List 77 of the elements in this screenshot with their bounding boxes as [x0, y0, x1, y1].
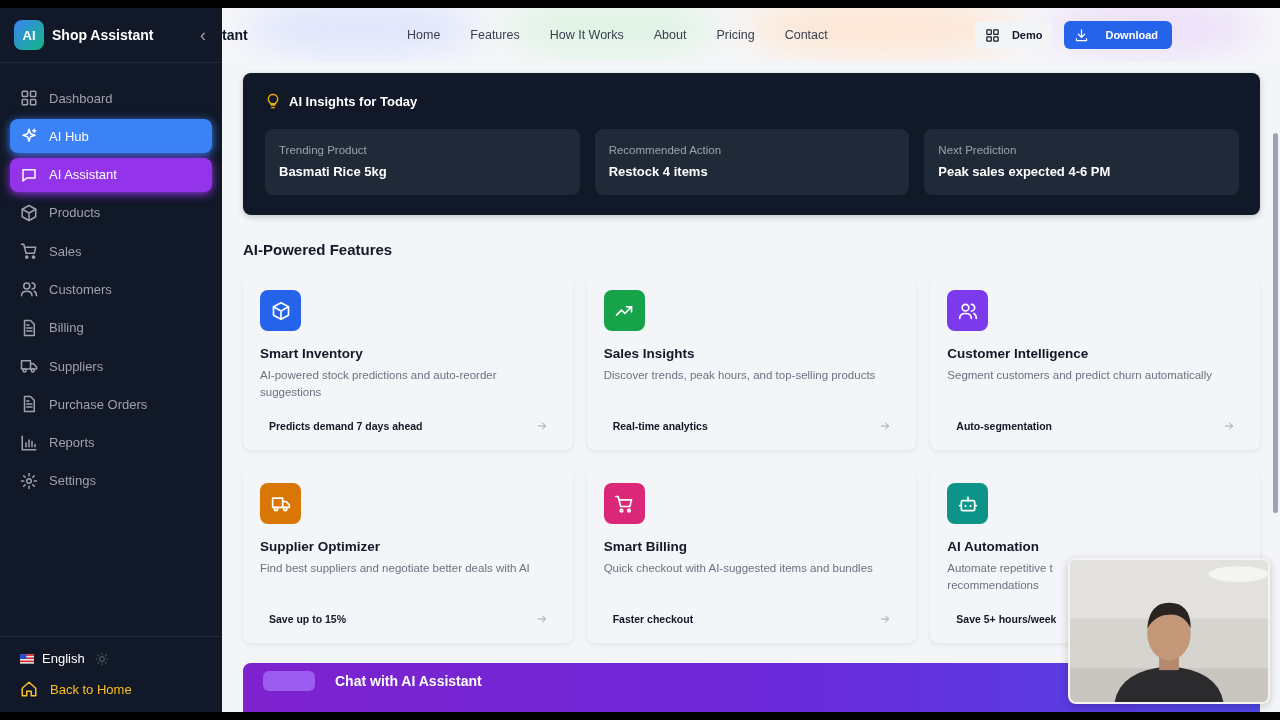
app-title: Shop Assistant — [52, 27, 155, 43]
app-logo: AI — [14, 20, 44, 50]
feature-description: Automate repetitive t recommendations — [947, 561, 1054, 593]
insight-value: Basmati Rice 5kg — [279, 164, 388, 179]
feature-title: Customer Intelligence — [947, 346, 1090, 361]
nav-link[interactable]: Home — [392, 28, 456, 42]
insight-value: Peak sales expected 4-6 PM — [938, 164, 1112, 179]
feature-highlight: Auto-segmentation — [956, 420, 1052, 432]
panel-title: AI Insights for Today — [289, 93, 418, 109]
brand-name: tant — [222, 27, 249, 43]
back-link[interactable]: Back to Home — [20, 680, 204, 698]
cube-icon — [20, 203, 38, 222]
download-icon — [1074, 27, 1090, 43]
grid-icon — [20, 89, 38, 107]
feature-description: AI-powered stock predictions and auto-reorder suggestions — [260, 368, 498, 400]
bar-chart-icon — [20, 433, 38, 452]
feature-card[interactable]: Smart Inventory AI-powered stock predictions and auto-reorder suggestions Predicts demand 7 days ahead — [243, 278, 573, 450]
nav-link[interactable]: Contact — [769, 28, 843, 42]
grid-icon — [984, 27, 1000, 43]
sidebar-item[interactable]: Dashboard — [10, 81, 212, 115]
arrow-icon — [535, 613, 548, 625]
sidebar-item[interactable]: Sales — [10, 234, 212, 269]
download-button[interactable]: Download — [1064, 21, 1172, 49]
feature-highlight: Predicts demand 7 days ahead — [269, 420, 423, 432]
insight-label: Next Prediction — [938, 144, 1018, 156]
collapse-button[interactable]: ‹ — [196, 24, 210, 46]
language-selector[interactable]: English — [20, 651, 85, 666]
insight-label: Recommended Action — [608, 144, 723, 156]
feature-card[interactable]: Smart Billing Quick checkout with AI-suggested items and bundles Faster checkout — [586, 471, 917, 643]
sidebar-item[interactable]: Products — [10, 195, 212, 230]
scrollbar[interactable] — [1273, 133, 1278, 513]
feature-description: Quick checkout with AI-suggested items and bundles — [603, 561, 874, 576]
feature-title: AI Automation — [947, 539, 1041, 554]
feature-title: Supplier Optimizer — [260, 539, 382, 554]
banner-title: Chat with AI Assistant — [335, 672, 482, 691]
users-icon — [20, 280, 38, 299]
feature-card[interactable]: Customer Intelligence Segment customers and predict churn automatically Auto-segmentation — [930, 278, 1260, 450]
theme-toggle[interactable] — [94, 651, 109, 666]
lightbulb-icon — [265, 93, 281, 109]
nav-link[interactable]: How It Works — [534, 28, 639, 42]
banner-icon — [263, 671, 315, 691]
feature-highlight: Real-time analytics — [612, 420, 708, 432]
section-title: AI-Powered Features — [243, 241, 394, 258]
feature-description: Segment customers and predict churn automatically — [947, 368, 1213, 383]
nav-link[interactable]: Features — [455, 28, 535, 42]
home-icon — [20, 680, 38, 698]
demo-button[interactable]: Demo — [974, 21, 1053, 49]
sidebar-item[interactable]: Customers — [10, 272, 212, 307]
nav-link[interactable]: About — [638, 28, 702, 42]
sidebar-item[interactable]: AI Hub — [10, 119, 212, 154]
flag-icon — [20, 653, 34, 664]
arrow-icon — [535, 420, 548, 432]
sidebar-item[interactable]: Billing — [10, 310, 212, 345]
cart-icon — [20, 242, 38, 261]
feature-highlight: Save 5+ hours/week — [956, 613, 1057, 625]
sidebar-item[interactable]: Purchase Orders — [10, 387, 212, 422]
sidebar-item[interactable]: Reports — [10, 425, 212, 460]
settings-icon — [20, 471, 38, 490]
sidebar-item[interactable]: Settings — [10, 463, 212, 498]
feature-highlight: Save up to 15% — [269, 613, 347, 625]
feature-title: Sales Insights — [603, 346, 696, 361]
insight-value: Restock 4 items — [608, 164, 709, 179]
arrow-icon — [879, 420, 892, 432]
feature-card[interactable]: Sales Insights Discover trends, peak hours, and top-selling products Real-time analytics — [586, 278, 917, 450]
nav-link[interactable]: Pricing — [701, 28, 770, 42]
feature-title: Smart Billing — [603, 539, 688, 554]
sidebar-item[interactable]: Suppliers — [10, 349, 212, 384]
feature-highlight: Faster checkout — [612, 613, 694, 625]
feature-card[interactable]: Supplier Optimizer Find best suppliers and negotiate better deals with AI Save up to 15% — [243, 471, 573, 643]
feature-title: Smart Inventory — [260, 346, 364, 361]
arrow-icon — [1223, 420, 1235, 432]
truck-icon — [20, 357, 38, 376]
arrow-icon — [879, 613, 892, 625]
feature-description: Discover trends, peak hours, and top-selling products — [603, 368, 877, 383]
sidebar-item[interactable]: AI Assistant — [10, 157, 212, 192]
insight-label: Trending Product — [279, 144, 368, 156]
feature-description: Find best suppliers and negotiate better deals with AI — [260, 561, 531, 576]
